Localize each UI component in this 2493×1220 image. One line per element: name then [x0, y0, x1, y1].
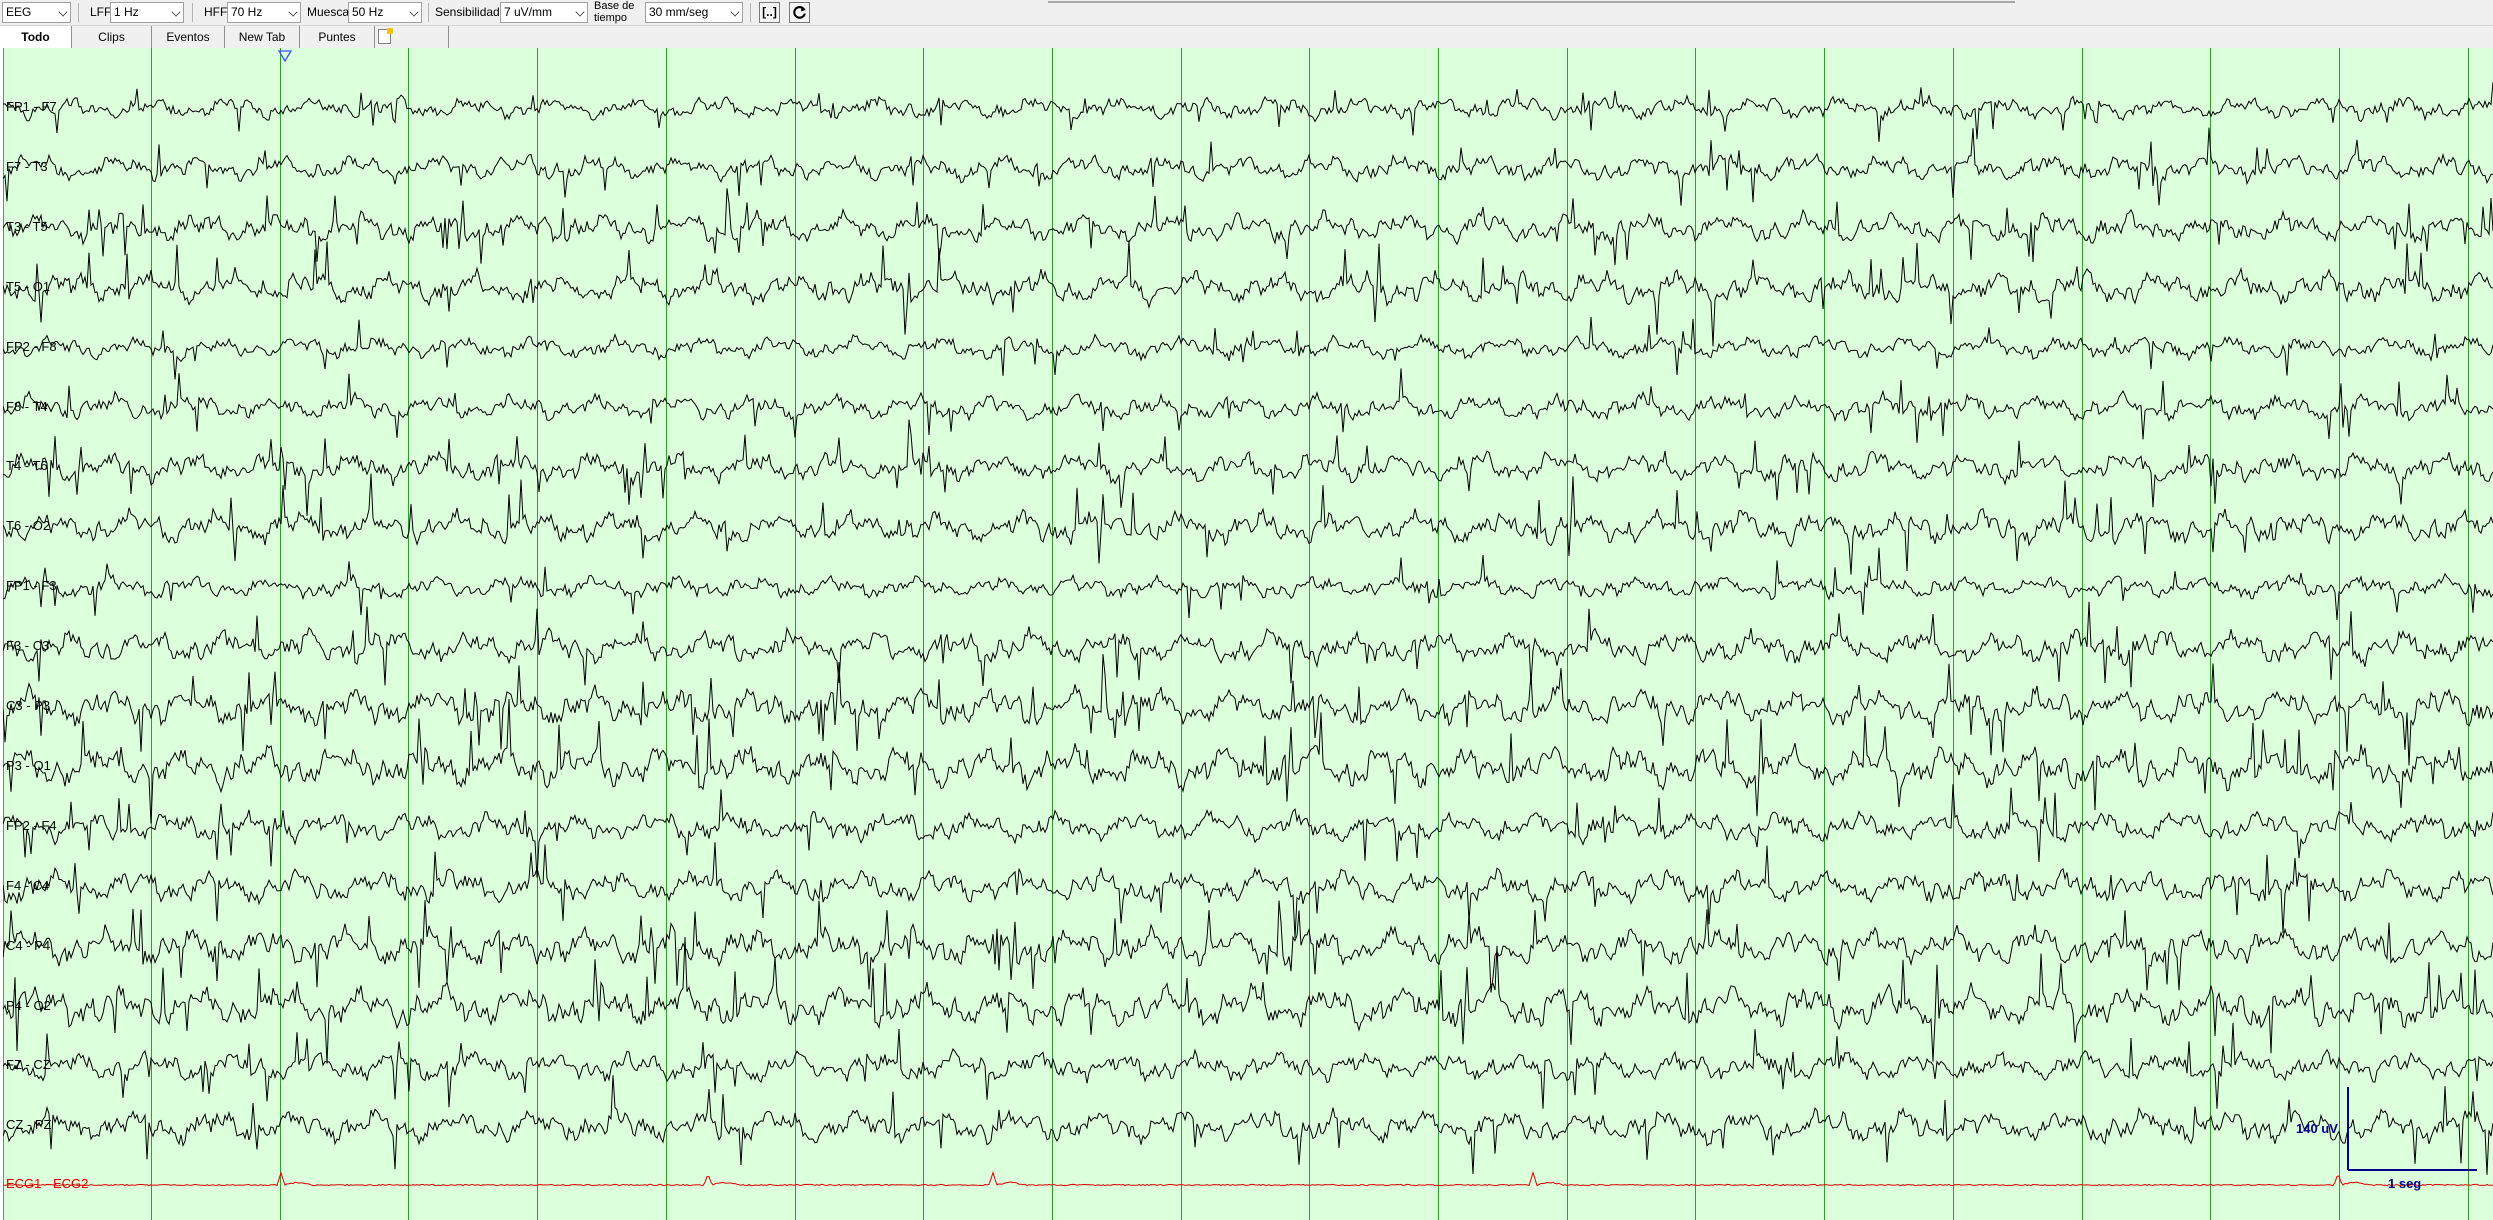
- tab-clips[interactable]: Clips: [72, 26, 152, 48]
- toolbar: EEG LFF 1 Hz HFF 70 Hz Muesca 50 Hz Sens…: [0, 0, 2493, 26]
- montage-select[interactable]: EEG: [2, 2, 71, 23]
- channel-label[interactable]: C4 - P4: [6, 938, 50, 953]
- channel-label[interactable]: C3 - P3: [6, 698, 50, 713]
- channel-label[interactable]: FP2 - F8: [6, 339, 57, 354]
- hff-label: HFF: [204, 5, 228, 19]
- channel-label[interactable]: CZ - PZ: [6, 1117, 52, 1132]
- montage-value: EEG: [6, 5, 32, 19]
- refresh-button[interactable]: [789, 2, 810, 23]
- timebase-label: Base de tiempo: [594, 0, 634, 24]
- time-scrollbar[interactable]: [1048, 1, 2015, 3]
- tab-puntes[interactable]: Puntes: [300, 26, 375, 48]
- channel-label[interactable]: F7 - T3: [6, 159, 48, 174]
- tab-bar: Todo Clips Eventos New Tab Puntes: [0, 26, 2493, 48]
- timebase-label-line2: tiempo: [594, 12, 628, 24]
- new-document-icon[interactable]: [378, 28, 393, 44]
- chevron-down-icon: [730, 7, 740, 17]
- calibration-time-label: 1 seg: [2388, 1176, 2422, 1191]
- channel-label[interactable]: F3 - C3: [6, 638, 49, 653]
- timebase-select[interactable]: 30 mm/seg: [645, 2, 743, 23]
- lff-value: 1 Hz: [114, 5, 139, 19]
- lff-label: LFF: [90, 5, 112, 19]
- calibration-amplitude-label: 140 uV: [2296, 1121, 2338, 1136]
- eeg-traces[interactable]: [3, 48, 2493, 1220]
- hff-select[interactable]: 70 Hz: [227, 2, 301, 23]
- channel-label[interactable]: F4 - C4: [6, 878, 49, 893]
- notch-select[interactable]: 50 Hz: [348, 2, 422, 23]
- toolbar-separator: [78, 3, 79, 22]
- notch-value: 50 Hz: [352, 5, 384, 19]
- notch-label: Muesca: [307, 5, 350, 19]
- hff-value: 70 Hz: [231, 5, 263, 19]
- toolbar-separator: [750, 3, 751, 22]
- eeg-trace-panel[interactable]: FP1 - F7 F7 - T3 T3 - T5 T5 - O1 FP2 - F8 F8 …: [3, 48, 2493, 1220]
- channel-label[interactable]: P4 - O2: [6, 998, 51, 1013]
- channel-label[interactable]: T6 - O2: [6, 518, 50, 533]
- chevron-down-icon: [575, 7, 585, 17]
- tab-new-tab[interactable]: New Tab: [225, 26, 300, 48]
- sensitivity-label: Sensibilidad: [435, 5, 500, 19]
- chevron-down-icon: [409, 7, 419, 17]
- channel-label[interactable]: FP1 - F3: [6, 578, 57, 593]
- channel-label[interactable]: FP1 - F7: [6, 99, 57, 114]
- tab-empty: [393, 26, 449, 48]
- refresh-icon: [793, 6, 806, 19]
- channel-label[interactable]: T5 - O1: [6, 279, 50, 294]
- chevron-down-icon: [171, 7, 181, 17]
- sensitivity-select[interactable]: 7 uV/mm: [500, 2, 588, 23]
- toolbar-separator: [428, 3, 429, 22]
- chevron-down-icon: [288, 7, 298, 17]
- channel-label[interactable]: P3 - O1: [6, 758, 51, 773]
- timebase-value: 30 mm/seg: [649, 5, 709, 19]
- timebase-label-line1: Base de: [594, 0, 635, 12]
- channel-label[interactable]: T4 - T6: [6, 458, 48, 473]
- tab-todo[interactable]: Todo: [0, 26, 72, 48]
- channel-label[interactable]: T3 - T5: [6, 219, 48, 234]
- ecg-channel-label[interactable]: ECG1 - ECG2: [6, 1176, 88, 1191]
- view-range-button[interactable]: [..]: [759, 2, 780, 23]
- lff-select[interactable]: 1 Hz: [110, 2, 184, 23]
- chevron-down-icon: [58, 7, 68, 17]
- channel-label[interactable]: FZ - CZ: [6, 1057, 51, 1072]
- channel-label[interactable]: F8 - T4: [6, 399, 48, 414]
- tab-eventos[interactable]: Eventos: [152, 26, 225, 48]
- toolbar-separator: [192, 3, 193, 22]
- sensitivity-value: 7 uV/mm: [504, 5, 553, 19]
- channel-label[interactable]: FP2 - F4: [6, 818, 57, 833]
